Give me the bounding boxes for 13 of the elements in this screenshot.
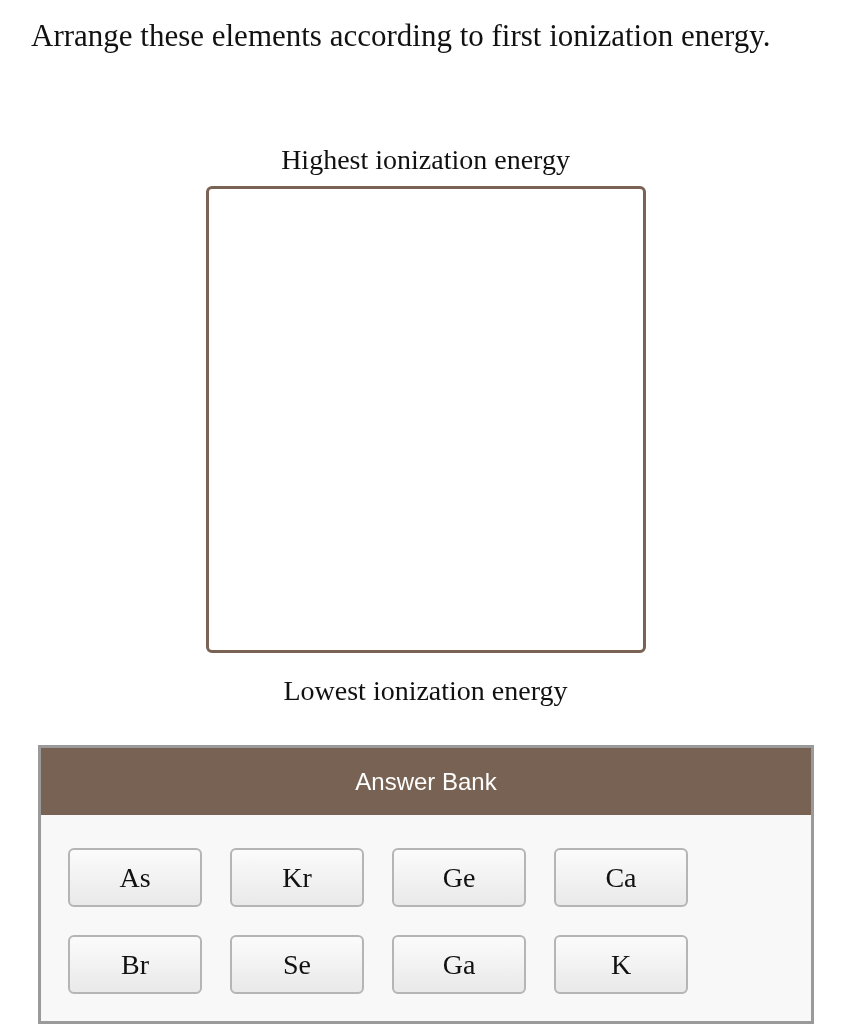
element-tile[interactable]: Kr	[230, 848, 364, 907]
element-tile[interactable]: Ca	[554, 848, 688, 907]
element-tile[interactable]: As	[68, 848, 202, 907]
element-tile[interactable]: Ga	[392, 935, 526, 994]
question-text: Arrange these elements according to first ionization energy.	[31, 17, 772, 55]
element-tile[interactable]: Ge	[392, 848, 526, 907]
bottom-label: Lowest ionization energy	[283, 674, 568, 708]
element-tile[interactable]: K	[554, 935, 688, 994]
top-label: Highest ionization energy	[281, 143, 570, 177]
element-tile[interactable]: Br	[68, 935, 202, 994]
element-tile[interactable]: Se	[230, 935, 364, 994]
drop-zone[interactable]	[205, 186, 646, 653]
answer-bank-header: Answer Bank	[41, 748, 811, 815]
